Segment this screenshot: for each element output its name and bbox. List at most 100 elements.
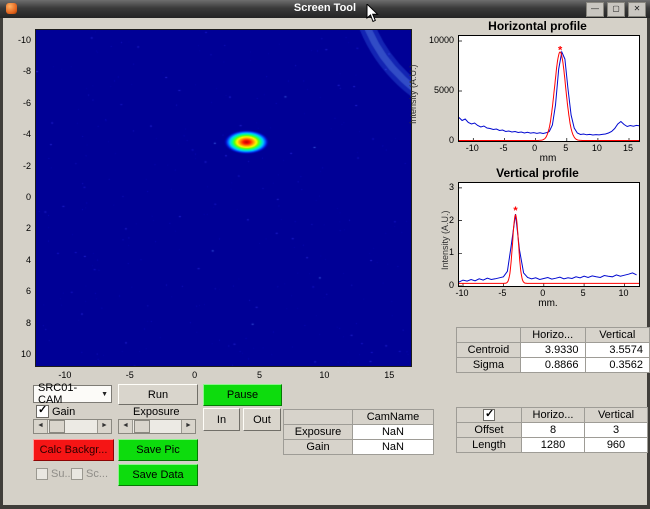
tick-label: -8 xyxy=(3,66,31,76)
save-data-button[interactable]: Save Data xyxy=(118,464,198,486)
horizontal-profile-plot: * xyxy=(458,35,640,142)
tick-label: 15 xyxy=(623,143,633,153)
x-axis-label: mm xyxy=(540,153,557,164)
tick-label: -5 xyxy=(499,143,507,153)
gain-label: Gain xyxy=(52,406,75,418)
row-header: Length xyxy=(457,438,522,453)
in-button[interactable]: In xyxy=(203,408,240,431)
chevron-down-icon: ▼ xyxy=(101,391,111,398)
pause-button[interactable]: Pause xyxy=(203,384,282,406)
row-header: Exposure xyxy=(284,425,353,440)
row-header: Gain xyxy=(284,440,353,455)
vertical-profile-plot: * xyxy=(458,182,640,287)
tick-label: 0 xyxy=(192,370,197,380)
svg-text:*: * xyxy=(513,205,518,217)
table-cell: NaN xyxy=(353,440,434,455)
column-header: Vertical xyxy=(585,328,649,343)
table-cell: NaN xyxy=(353,425,434,440)
window-title: Screen Tool xyxy=(0,2,650,14)
exposure-label: Exposure xyxy=(133,406,179,418)
tick-label: 0 xyxy=(532,143,537,153)
x-axis-label: mm. xyxy=(538,298,557,309)
tick-label: 5000 xyxy=(426,85,454,95)
roi-offset-length-table: Horizo...Vertical Offset83 Length1280960 xyxy=(456,407,648,453)
tick-label: 10 xyxy=(618,288,628,298)
slider-left-arrow-icon[interactable]: ◄ xyxy=(34,420,48,433)
minimize-button[interactable]: — xyxy=(586,2,604,17)
centroid-sigma-table: Horizo...VerticalCentroid3.93303.5574Sig… xyxy=(456,327,650,373)
tick-label: 10 xyxy=(3,349,31,359)
column-header: Vertical xyxy=(585,408,648,423)
gain-slider-track[interactable] xyxy=(48,420,97,433)
y-axis-label: Intensity (A.U.) xyxy=(440,210,450,270)
table-cell[interactable]: 8 xyxy=(522,423,585,438)
y-axis-label: Intensity (A.U.) xyxy=(408,64,418,124)
tick-label: 0 xyxy=(426,135,454,145)
tick-label: 10000 xyxy=(426,35,454,45)
tick-label: -10 xyxy=(466,143,479,153)
tick-label: 5 xyxy=(563,143,568,153)
table-cell: 0.8866 xyxy=(520,358,585,373)
tick-label: -5 xyxy=(126,370,134,380)
gain-slider-thumb[interactable] xyxy=(49,420,65,433)
tick-label: 0 xyxy=(540,288,545,298)
tick-label: 10 xyxy=(319,370,329,380)
out-button[interactable]: Out xyxy=(243,408,281,431)
tick-label: -2 xyxy=(3,161,31,171)
tick-label: 0 xyxy=(426,280,454,290)
tick-label: -10 xyxy=(456,288,469,298)
tick-label: -6 xyxy=(3,98,31,108)
tick-label: -4 xyxy=(3,129,31,139)
tick-label: -10 xyxy=(58,370,71,380)
column-header xyxy=(457,408,522,423)
mouse-cursor xyxy=(366,4,380,24)
close-button[interactable]: ✕ xyxy=(628,2,646,17)
column-header xyxy=(457,328,521,343)
table-cell: 3.9330 xyxy=(520,343,585,358)
slider-right-arrow-icon[interactable]: ► xyxy=(97,420,111,433)
tick-label: 5 xyxy=(257,370,262,380)
gain-checkbox[interactable] xyxy=(36,405,49,418)
roi-enable-checkbox[interactable] xyxy=(483,409,495,421)
column-header: Horizo... xyxy=(522,408,585,423)
tick-label: 2 xyxy=(3,223,31,233)
tick-label: -10 xyxy=(3,35,31,45)
tick-label: 6 xyxy=(3,286,31,296)
row-header: Centroid xyxy=(457,343,521,358)
exposure-slider-thumb[interactable] xyxy=(134,420,150,433)
table-cell[interactable]: 960 xyxy=(585,438,648,453)
titlebar[interactable]: Screen Tool — ▢ ✕ xyxy=(0,0,650,18)
save-pic-button[interactable]: Save Pic xyxy=(118,439,198,461)
svg-text:*: * xyxy=(558,45,563,57)
camera-select[interactable]: SRC01-CAM ▼ xyxy=(33,385,112,403)
tick-label: 8 xyxy=(3,318,31,328)
slider-right-arrow-icon[interactable]: ► xyxy=(181,420,195,433)
maximize-button[interactable]: ▢ xyxy=(607,2,625,17)
screen-tool-window: Screen Tool — ▢ ✕ Horizontal profile * V… xyxy=(0,0,650,509)
tick-label: 3 xyxy=(426,182,454,192)
vertical-profile-title: Vertical profile xyxy=(430,166,645,180)
tick-label: 5 xyxy=(581,288,586,298)
camera-params-table: CamNameExposureNaNGainNaN xyxy=(283,409,434,455)
exposure-slider-track[interactable] xyxy=(133,420,181,433)
exposure-slider[interactable]: ◄ ► xyxy=(118,419,196,434)
su-checkbox[interactable] xyxy=(36,468,48,480)
run-button[interactable]: Run xyxy=(118,384,198,405)
table-cell[interactable]: 1280 xyxy=(522,438,585,453)
row-header: Offset xyxy=(457,423,522,438)
gain-slider[interactable]: ◄ ► xyxy=(33,419,112,434)
slider-left-arrow-icon[interactable]: ◄ xyxy=(119,420,133,433)
tick-label: -5 xyxy=(498,288,506,298)
sc-checkbox-label: Sc... xyxy=(86,468,108,480)
table-cell[interactable]: 3 xyxy=(585,423,648,438)
calc-background-button[interactable]: Calc Backgr... xyxy=(33,439,114,461)
table-cell: 3.5574 xyxy=(585,343,649,358)
camera-image xyxy=(35,29,412,367)
sc-checkbox[interactable] xyxy=(71,468,83,480)
vertical_profile-svg: * xyxy=(459,183,639,286)
column-header xyxy=(284,410,353,425)
tick-label: 10 xyxy=(592,143,602,153)
tick-label: 4 xyxy=(3,255,31,265)
column-header: Horizo... xyxy=(520,328,585,343)
window-border-bottom xyxy=(0,505,650,509)
